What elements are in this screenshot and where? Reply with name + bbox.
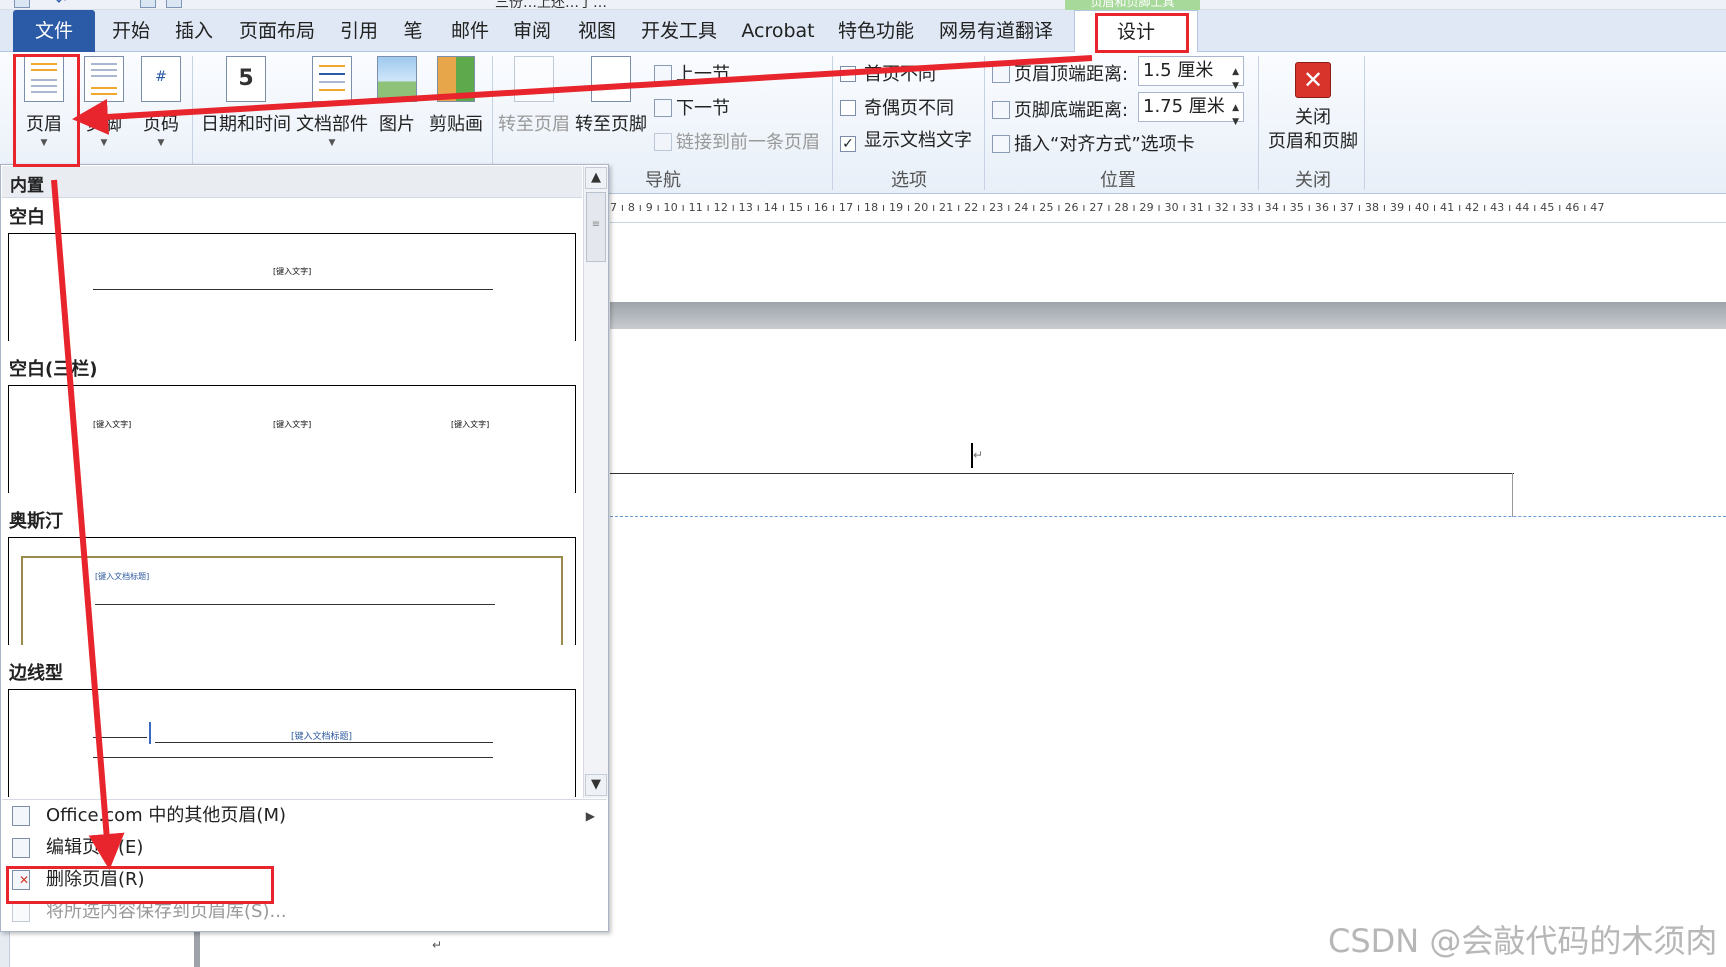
annotation-arrows <box>51 55 1093 870</box>
arrow-design-to-header <box>72 55 1093 135</box>
watermark-text: CSDN @会敲代码的木须肉 <box>1328 922 1718 960</box>
arrow-header-to-remove <box>51 179 125 870</box>
